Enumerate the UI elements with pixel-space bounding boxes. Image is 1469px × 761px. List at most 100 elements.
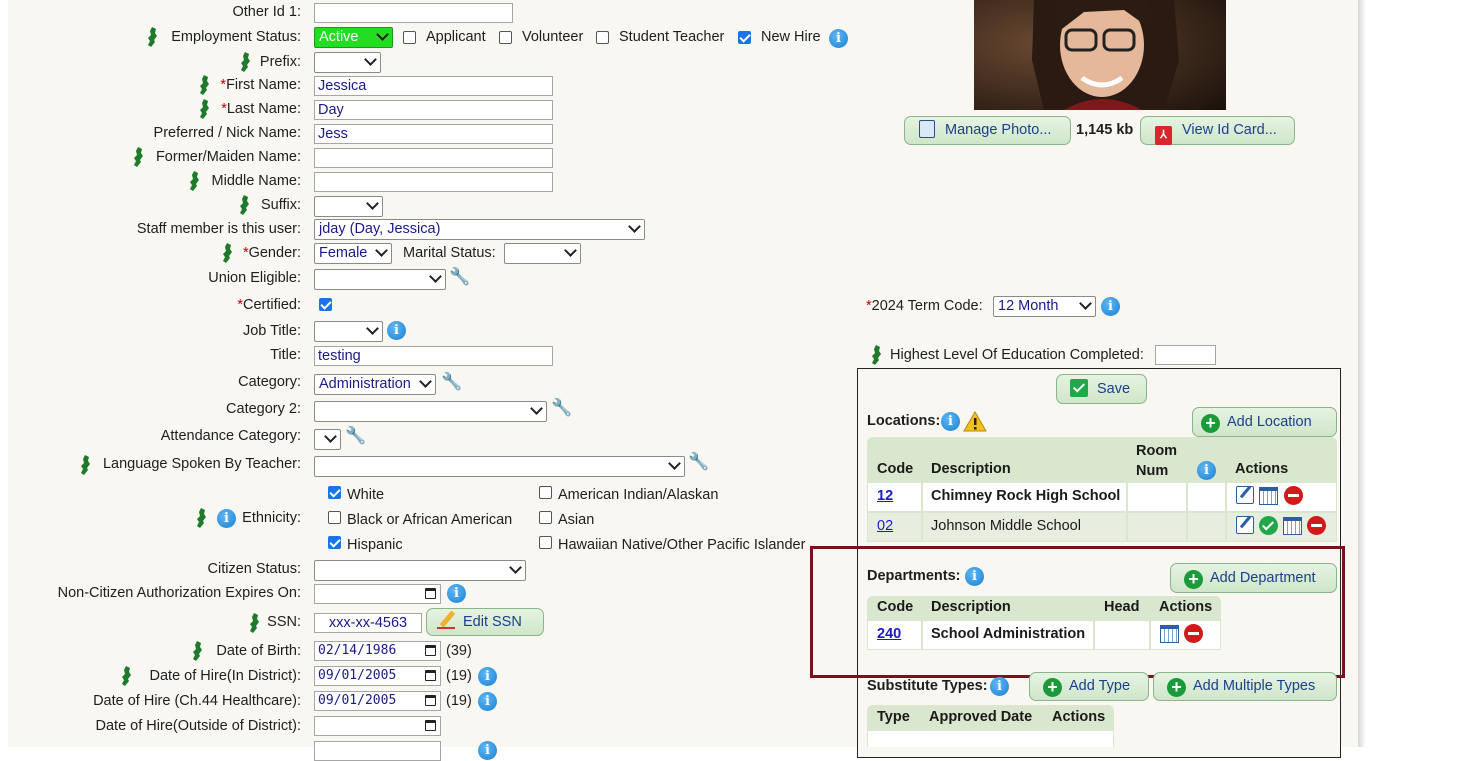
- next-date-input[interactable]: [314, 741, 441, 761]
- gender-select[interactable]: Female: [314, 243, 392, 264]
- edit-icon[interactable]: [1236, 516, 1254, 534]
- info-icon[interactable]: i: [387, 321, 406, 340]
- ssn-input[interactable]: xxx-xx-4563: [314, 613, 422, 633]
- job-title-select[interactable]: [314, 321, 383, 342]
- chevron-down-icon: [375, 244, 388, 257]
- wrench-icon[interactable]: 🔧: [441, 372, 462, 392]
- info-icon[interactable]: i: [478, 667, 497, 686]
- category2-select[interactable]: [314, 401, 547, 422]
- info-icon[interactable]: i: [829, 29, 848, 48]
- dob-input[interactable]: 02/14/1986: [314, 641, 441, 661]
- add-type-button[interactable]: + Add Type: [1029, 672, 1149, 701]
- info-icon[interactable]: i: [1197, 461, 1216, 480]
- citizen-status-label: Citizen Status:: [207, 561, 302, 577]
- wrench-icon[interactable]: 🔧: [449, 267, 470, 287]
- plus-icon: +: [1201, 414, 1220, 433]
- delete-icon[interactable]: [1184, 624, 1203, 643]
- volunteer-checkbox[interactable]: [499, 31, 512, 44]
- calendar-icon[interactable]: [425, 720, 436, 731]
- info-icon[interactable]: i: [478, 692, 497, 711]
- doh-outside-input[interactable]: [314, 716, 441, 736]
- last-name-label: *Last Name:: [221, 101, 301, 117]
- ethnicity-white-checkbox[interactable]: [328, 486, 341, 499]
- nj-state-icon: [122, 666, 131, 686]
- divider: [1225, 482, 1227, 542]
- staff-user-select[interactable]: jday (Day, Jessica): [314, 219, 645, 240]
- wrench-icon[interactable]: 🔧: [551, 398, 572, 418]
- plus-icon: +: [1184, 570, 1203, 589]
- view-id-card-button[interactable]: ⅄ View Id Card...: [1140, 116, 1295, 145]
- schedule-grid-icon[interactable]: [1283, 517, 1302, 535]
- employment-status-select[interactable]: Active: [314, 27, 393, 48]
- add-department-button[interactable]: + Add Department: [1170, 563, 1337, 593]
- title-input[interactable]: testing: [314, 346, 553, 366]
- manage-photo-button[interactable]: Manage Photo...: [904, 116, 1071, 145]
- wrench-icon[interactable]: 🔧: [688, 452, 709, 472]
- save-button[interactable]: Save: [1056, 374, 1147, 404]
- dob-label: Date of Birth:: [216, 643, 301, 659]
- ethnicity-hispanic-checkbox[interactable]: [328, 536, 341, 549]
- student-teacher-checkbox[interactable]: [596, 31, 609, 44]
- term-code-select[interactable]: 12 Month: [993, 296, 1096, 317]
- education-input[interactable]: [1155, 345, 1216, 365]
- ethnicity-asian-checkbox[interactable]: [539, 511, 552, 524]
- category-label: Category:: [238, 374, 301, 390]
- suffix-select[interactable]: [314, 196, 383, 217]
- first-name-input[interactable]: Jessica: [314, 76, 553, 96]
- schedule-grid-icon[interactable]: [1259, 487, 1278, 505]
- category-select[interactable]: Administration: [314, 374, 436, 395]
- calendar-icon[interactable]: [425, 670, 436, 681]
- location-code-link[interactable]: 02: [877, 518, 893, 534]
- job-title-label: Job Title:: [242, 323, 301, 339]
- add-location-button[interactable]: + Add Location: [1192, 407, 1337, 437]
- warning-icon[interactable]: [963, 411, 987, 432]
- calendar-icon[interactable]: [425, 695, 436, 706]
- union-eligible-select[interactable]: [314, 269, 446, 290]
- other-id1-label: Other Id 1:: [232, 4, 301, 20]
- location-code-link[interactable]: 12: [877, 488, 893, 504]
- schedule-grid-icon[interactable]: [1160, 625, 1179, 643]
- new-hire-checkbox[interactable]: [738, 31, 751, 44]
- certified-checkbox[interactable]: [319, 298, 332, 311]
- edit-ssn-button[interactable]: Edit SSN: [426, 608, 544, 636]
- set-primary-icon[interactable]: [1259, 516, 1278, 535]
- delete-icon[interactable]: [1307, 516, 1326, 535]
- info-icon[interactable]: i: [990, 677, 1009, 696]
- info-icon[interactable]: i: [447, 584, 466, 603]
- info-icon[interactable]: i: [965, 567, 984, 586]
- doh-in-district-input[interactable]: 09/01/2005: [314, 666, 441, 686]
- prefix-select[interactable]: [314, 52, 381, 73]
- calendar-icon[interactable]: [425, 645, 436, 656]
- wrench-icon[interactable]: 🔧: [345, 426, 366, 446]
- nick-name-input[interactable]: Jess: [314, 124, 553, 144]
- marital-status-select[interactable]: [504, 243, 581, 264]
- edit-icon[interactable]: [1236, 486, 1254, 504]
- info-icon[interactable]: i: [941, 412, 960, 431]
- volunteer-label: Volunteer: [522, 29, 584, 45]
- doh-ch44-input[interactable]: 09/01/2005: [314, 691, 441, 711]
- department-code-link[interactable]: 240: [877, 626, 901, 642]
- info-icon[interactable]: i: [1101, 297, 1120, 316]
- language-select[interactable]: [314, 456, 685, 477]
- delete-icon[interactable]: [1284, 486, 1303, 505]
- ethnicity-black-checkbox[interactable]: [328, 511, 341, 524]
- last-name-input[interactable]: Day: [314, 100, 553, 120]
- citizen-status-select[interactable]: [314, 560, 526, 581]
- applicant-checkbox[interactable]: [403, 31, 416, 44]
- non-citizen-expires-input[interactable]: [314, 584, 441, 604]
- ethnicity-american-indian-checkbox[interactable]: [539, 486, 552, 499]
- middle-name-input[interactable]: [314, 172, 553, 192]
- location-description: Chimney Rock High School: [931, 488, 1121, 504]
- maiden-name-input[interactable]: [314, 148, 553, 168]
- ethnicity-hawaiian-checkbox[interactable]: [539, 536, 552, 549]
- info-icon[interactable]: i: [217, 509, 236, 528]
- add-multiple-types-button[interactable]: + Add Multiple Types: [1153, 672, 1337, 701]
- doh-in-district-label: Date of Hire(In District):: [149, 668, 301, 684]
- chevron-down-icon: [530, 402, 543, 415]
- column-header: Room Num: [1136, 443, 1178, 479]
- certified-label: *Certified:: [237, 297, 301, 313]
- info-icon[interactable]: i: [478, 741, 497, 760]
- other-id1-input[interactable]: [314, 3, 513, 23]
- attendance-category-select[interactable]: [314, 429, 341, 450]
- calendar-icon[interactable]: [425, 588, 436, 599]
